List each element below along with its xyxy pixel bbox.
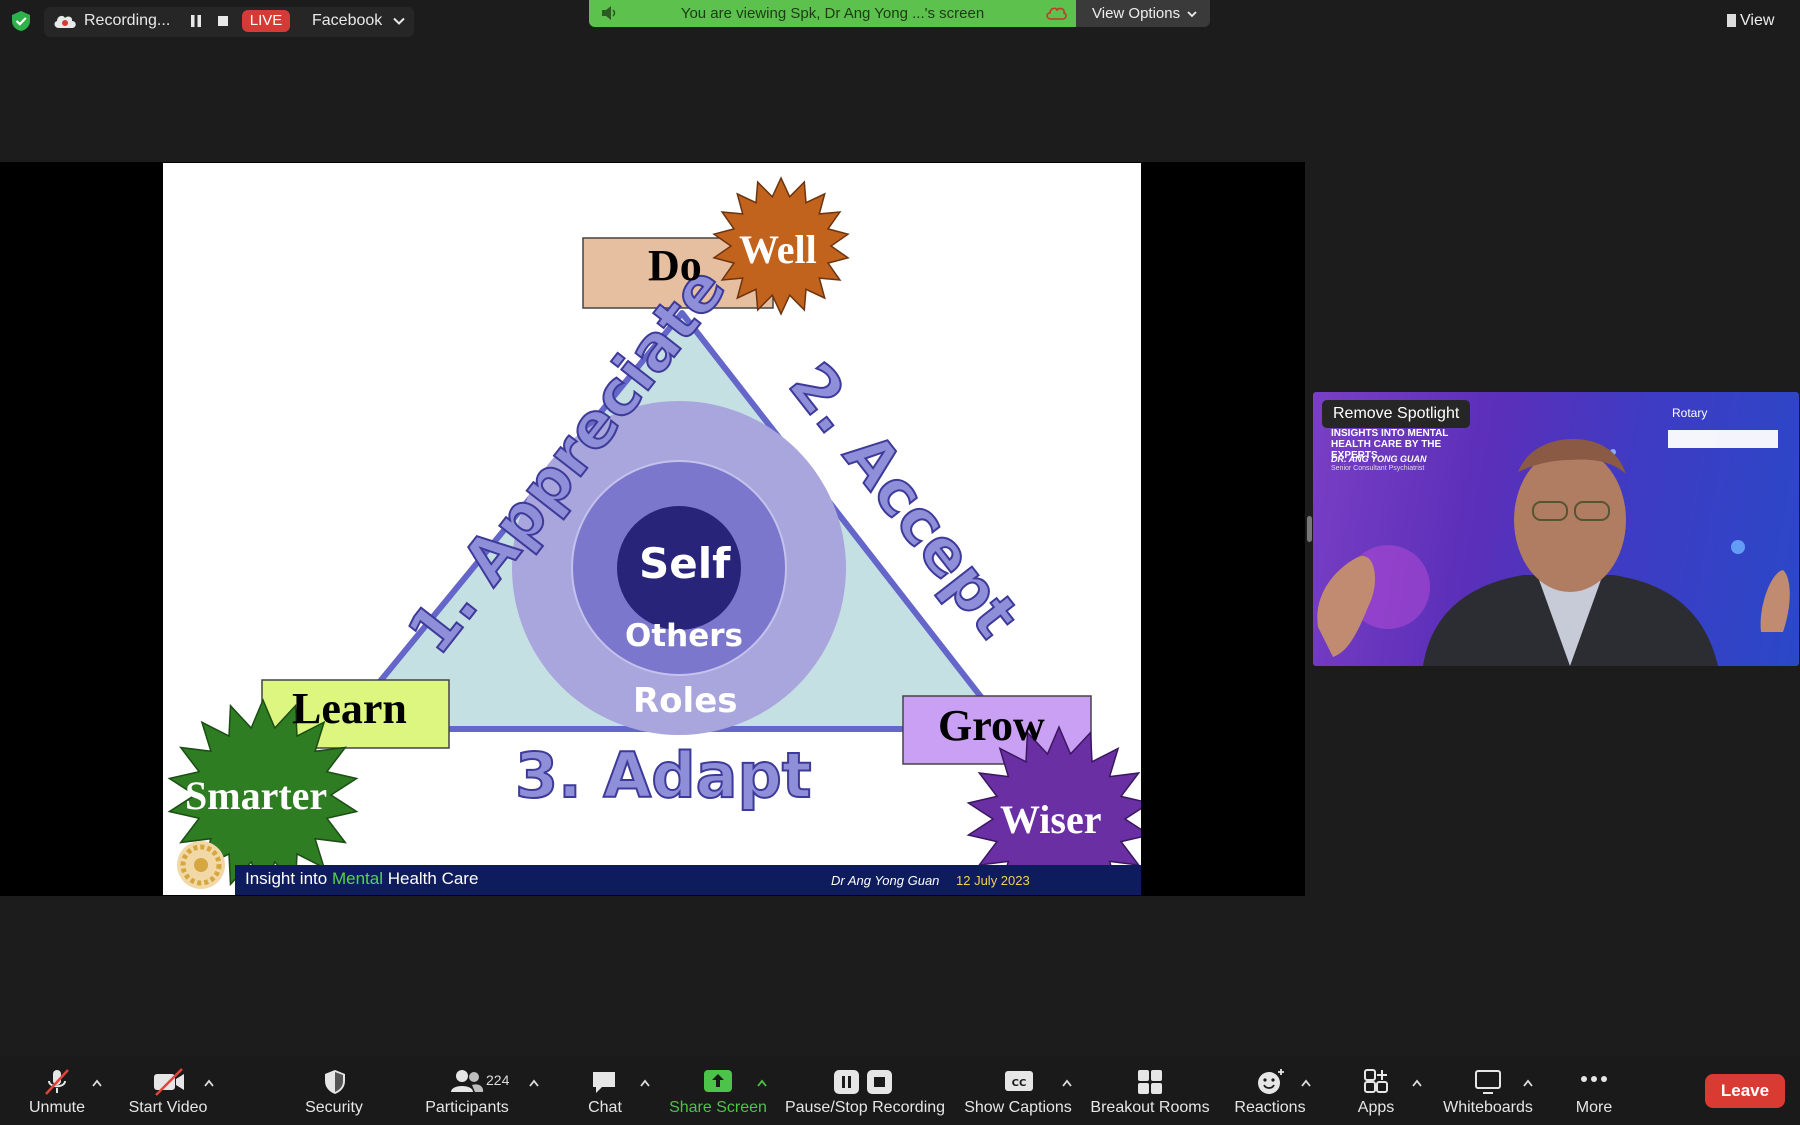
share-screen-icon[interactable] [703,1068,733,1099]
apps-icon[interactable] [1362,1068,1390,1101]
footer-title-highlight: Mental [331,869,383,888]
show-captions-button[interactable]: Show Captions [964,1099,1072,1117]
smarter-label: Smarter [185,773,328,818]
share-screen-button[interactable]: Share Screen [669,1099,767,1117]
pause-recording-icon[interactable] [190,14,202,33]
video-org-label: Rotary [1672,406,1708,420]
more-button[interactable]: More [1576,1099,1612,1117]
view-options-label[interactable]: View Options [1092,5,1180,22]
chevron-up-icon[interactable] [757,1074,767,1087]
learn-label: Learn [292,684,407,733]
chevron-up-icon[interactable] [1523,1074,1533,1087]
view-layout-icon[interactable] [1727,14,1736,27]
whiteboards-button[interactable]: Whiteboards [1443,1099,1533,1117]
chevron-up-icon[interactable] [1301,1074,1311,1087]
security-button[interactable]: Security [305,1099,363,1117]
more-ellipsis-icon[interactable] [1579,1072,1609,1090]
presentation-slide: 1. Appreciate 2. Accept 3. Adapt Do Well… [163,163,1141,895]
cloud-sync-icon [1045,5,1067,26]
svg-text:CC: CC [1012,1078,1027,1089]
chat-button[interactable]: Chat [588,1099,622,1117]
start-video-button[interactable]: Start Video [129,1099,208,1117]
stop-recording-icon[interactable] [218,16,228,26]
wiser-label: Wiser [1000,797,1102,842]
footer-title-suffix: Health Care [382,869,479,888]
recording-label: Recording... [84,12,171,29]
breakout-rooms-button[interactable]: Breakout Rooms [1090,1099,1209,1117]
chevron-down-icon[interactable] [392,14,406,33]
chevron-up-icon[interactable] [1412,1074,1422,1087]
video-doctor-role: Senior Consultant Psychiatrist [1331,465,1425,472]
grow-label: Grow [938,701,1045,750]
live-badge: LIVE [242,10,290,32]
video-doctor-name: DR. ANG YONG GUAN [1331,454,1427,464]
participants-icon[interactable] [450,1068,484,1099]
self-label: Self [639,539,731,588]
pause-stop-recording-icon[interactable] [833,1068,893,1101]
cloud-recording-icon [52,12,78,35]
roles-label: Roles [633,681,738,721]
chevron-up-icon[interactable] [529,1074,539,1087]
whiteboard-icon[interactable] [1474,1068,1502,1101]
muted-microphone-icon[interactable] [42,1068,72,1101]
adapt-label: 3. Adapt [515,739,812,812]
chevron-up-icon[interactable] [204,1074,214,1087]
footer-title-prefix: Insight into [245,869,332,888]
chevron-up-icon[interactable] [640,1074,650,1087]
well-label: Well [739,227,817,272]
encryption-shield-icon[interactable] [10,10,32,32]
chevron-up-icon[interactable] [92,1074,102,1087]
apps-button[interactable]: Apps [1358,1099,1394,1117]
participants-count: 224 [486,1072,510,1088]
unmute-button[interactable]: Unmute [29,1099,85,1117]
panel-resize-handle[interactable] [1307,516,1312,542]
live-stream-target[interactable]: Facebook [312,12,382,30]
remove-spotlight-button[interactable]: Remove Spotlight [1322,400,1471,428]
chat-icon[interactable] [590,1068,618,1101]
slide-footer-date: 12 July 2023 [956,873,1030,888]
view-button[interactable]: View [1740,12,1774,30]
breakout-rooms-icon[interactable] [1136,1068,1164,1101]
security-shield-icon[interactable] [322,1068,348,1101]
chevron-down-icon[interactable] [1186,7,1198,25]
closed-captions-icon[interactable]: CC [1004,1068,1034,1099]
slide-footer-author: Dr Ang Yong Guan [831,873,940,888]
do-label: Do [648,241,702,290]
pause-stop-recording-button[interactable]: Pause/Stop Recording [785,1099,945,1117]
slide-footer-title: Insight into Mental Health Care [245,869,478,889]
reactions-button[interactable]: Reactions [1234,1099,1305,1117]
leave-button[interactable]: Leave [1705,1074,1785,1108]
video-off-icon[interactable] [152,1068,186,1101]
rotary-wheel-logo [177,841,225,889]
viewing-screen-text: You are viewing Spk, Dr Ang Yong ...'s s… [680,5,985,22]
others-label: Others [625,618,744,654]
chevron-up-icon[interactable] [1062,1074,1072,1087]
participants-button[interactable]: Participants [425,1099,509,1117]
reactions-emoji-icon[interactable] [1256,1068,1286,1101]
